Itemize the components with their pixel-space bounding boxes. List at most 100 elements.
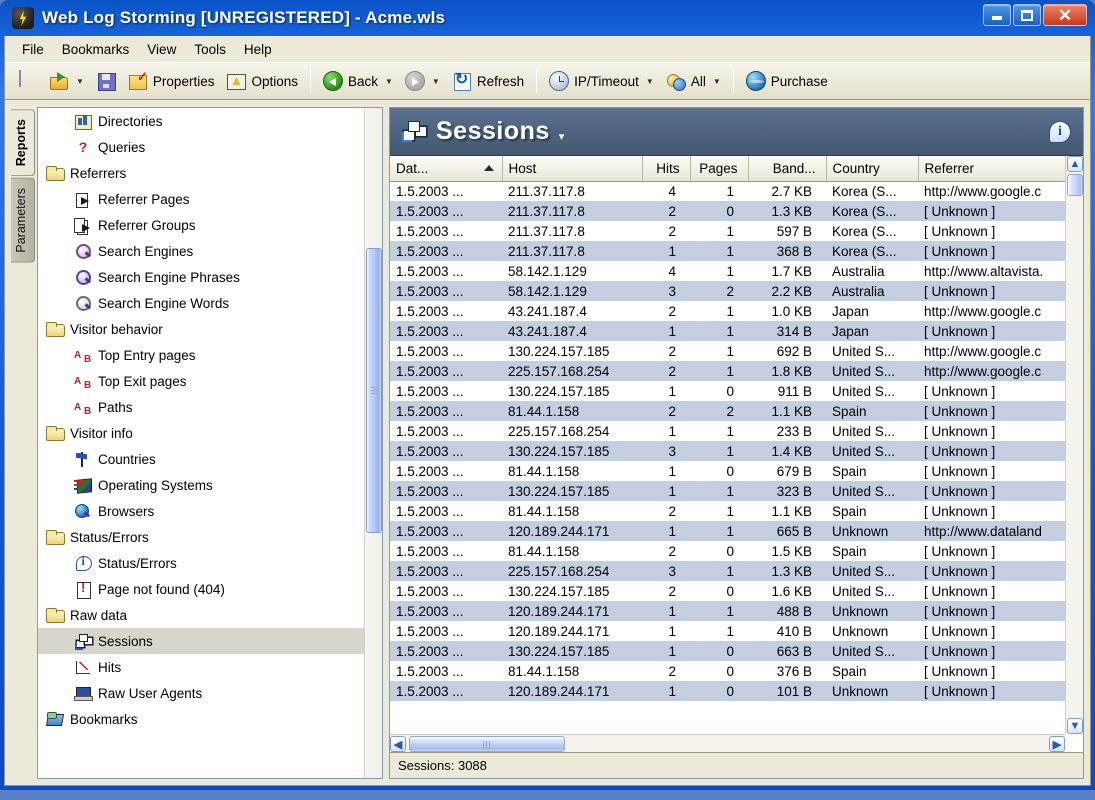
tree-item-browsers[interactable]: Browsers	[38, 498, 364, 524]
tree-item-visitor-behavior[interactable]: Visitor behavior	[38, 316, 364, 342]
table-row[interactable]: 1.5.2003 ... 81.44.1.158 1 0 679 B Spain [ Unk…	[390, 461, 1065, 481]
tree-item-search-engines[interactable]: Search Engines	[38, 238, 364, 264]
new-button[interactable]	[11, 66, 43, 96]
column-header-bandwidth[interactable]: Band...	[748, 156, 827, 182]
scroll-right-button[interactable]: ▶	[1049, 736, 1065, 752]
table-row[interactable]: 1.5.2003 ... 58.142.1.129 3 2 2.2 KB Australi…	[390, 281, 1065, 301]
table-row[interactable]: 1.5.2003 ... 130.224.157.185 1 0 911 B United…	[390, 381, 1065, 401]
back-button[interactable]: Back ▼	[317, 66, 399, 96]
grid-vertical-scrollbar-thumb[interactable]	[1067, 174, 1083, 196]
all-dropdown-arrow[interactable]: ▼	[713, 77, 721, 86]
table-row[interactable]: 1.5.2003 ... 120.189.244.171 1 0 101 B Unknow…	[390, 681, 1065, 701]
tree-item-referrers[interactable]: Referrers	[38, 160, 364, 186]
table-row[interactable]: 1.5.2003 ... 225.157.168.254 3 1 1.3 KB Unite…	[390, 561, 1065, 581]
all-filter-button[interactable]: All ▼	[660, 66, 727, 96]
minimize-button[interactable]	[983, 4, 1011, 26]
table-row[interactable]: 1.5.2003 ... 211.37.117.8 1 1 368 B Korea (S.…	[390, 241, 1065, 261]
table-row[interactable]: 1.5.2003 ... 211.37.117.8 4 1 2.7 KB Korea (S…	[390, 181, 1065, 201]
tab-parameters[interactable]: Parameters	[11, 178, 35, 263]
back-dropdown-arrow[interactable]: ▼	[385, 77, 393, 86]
tree-item-sessions[interactable]: Sessions	[38, 628, 364, 654]
column-header-hits[interactable]: Hits	[642, 156, 691, 182]
tree-item-page-not-found-404[interactable]: Page not found (404)	[38, 576, 364, 602]
tree-item-top-entry-pages[interactable]: Top Entry pages	[38, 342, 364, 368]
menu-view[interactable]: View	[138, 39, 185, 60]
tree-scrollbar[interactable]	[364, 108, 382, 778]
tree-item-raw-user-agents[interactable]: Raw User Agents	[38, 680, 364, 706]
tree-item-referrer-pages[interactable]: Referrer Pages	[38, 186, 364, 212]
tree-item-paths[interactable]: Paths	[38, 394, 364, 420]
column-header-date[interactable]: Dat...	[390, 156, 503, 182]
table-row[interactable]: 1.5.2003 ... 211.37.117.8 2 0 1.3 KB Korea (S…	[390, 201, 1065, 221]
tree-item-label: Search Engines	[98, 243, 194, 259]
open-button[interactable]: ▼	[43, 66, 90, 96]
tree-item-status-errors[interactable]: Status/Errors	[38, 550, 364, 576]
tree-item-queries[interactable]: ? Queries	[38, 134, 364, 160]
maximize-button[interactable]	[1013, 4, 1041, 26]
close-button[interactable]: ✕	[1043, 4, 1087, 26]
scroll-up-button[interactable]: ▲	[1067, 156, 1083, 172]
tree-scrollbar-thumb[interactable]	[366, 248, 382, 533]
grid-horizontal-scrollbar[interactable]: ◀ ▶	[390, 734, 1065, 752]
table-row[interactable]: 1.5.2003 ... 211.37.117.8 2 1 597 B Korea (S.…	[390, 221, 1065, 241]
tree-item-raw-data[interactable]: Raw data	[38, 602, 364, 628]
table-row[interactable]: 1.5.2003 ... 225.157.168.254 2 1 1.8 KB Unite…	[390, 361, 1065, 381]
scroll-left-button[interactable]: ◀	[390, 736, 406, 752]
reports-tree[interactable]: Directories? Queries Referrers Referrer Pag…	[38, 108, 364, 778]
tree-item-referrer-groups[interactable]: Referrer Groups	[38, 212, 364, 238]
tab-reports[interactable]: Reports	[11, 109, 35, 177]
table-row[interactable]: 1.5.2003 ... 130.224.157.185 3 1 1.4 KB Unite…	[390, 441, 1065, 461]
table-row[interactable]: 1.5.2003 ... 58.142.1.129 4 1 1.7 KB Australi…	[390, 261, 1065, 281]
table-row[interactable]: 1.5.2003 ... 120.189.244.171 1 1 665 B Unknow…	[390, 521, 1065, 541]
column-header-host[interactable]: Host	[502, 156, 643, 182]
purchase-button[interactable]: Purchase	[740, 66, 834, 96]
tree-item-hits[interactable]: Hits	[38, 654, 364, 680]
report-title-dropdown-icon[interactable]: ▾	[559, 130, 565, 143]
sessions-grid[interactable]: Dat... Host Hits Pages Band... Country R…	[390, 156, 1065, 734]
grid-horizontal-scrollbar-thumb[interactable]	[409, 736, 565, 752]
tree-item-countries[interactable]: Countries	[38, 446, 364, 472]
tree-item-operating-systems[interactable]: Operating Systems	[38, 472, 364, 498]
table-row[interactable]: 1.5.2003 ... 120.189.244.171 1 1 410 B Unknow…	[390, 621, 1065, 641]
table-row[interactable]: 1.5.2003 ... 81.44.1.158 2 0 376 B Spain [ Unk…	[390, 661, 1065, 681]
table-row[interactable]: 1.5.2003 ... 81.44.1.158 2 0 1.5 KB Spain [ Un…	[390, 541, 1065, 561]
column-header-country[interactable]: Country	[826, 156, 919, 182]
table-row[interactable]: 1.5.2003 ... 81.44.1.158 2 1 1.1 KB Spain [ Un…	[390, 501, 1065, 521]
tree-item-directories[interactable]: Directories	[38, 108, 364, 134]
table-row[interactable]: 1.5.2003 ... 43.241.187.4 2 1 1.0 KB Japan htt…	[390, 301, 1065, 321]
info-icon[interactable]: i	[1049, 120, 1071, 143]
table-row[interactable]: 1.5.2003 ... 225.157.168.254 1 1 233 B United…	[390, 421, 1065, 441]
table-row[interactable]: 1.5.2003 ... 120.189.244.171 1 1 488 B Unknow…	[390, 601, 1065, 621]
forward-button[interactable]: ▼	[399, 66, 446, 96]
scroll-down-button[interactable]: ▼	[1067, 718, 1083, 734]
table-row[interactable]: 1.5.2003 ... 43.241.187.4 1 1 314 B Japan[ Un…	[390, 321, 1065, 341]
refresh-button[interactable]: Refresh	[446, 66, 530, 96]
menu-file[interactable]: File	[13, 39, 53, 60]
save-button[interactable]	[90, 66, 122, 96]
table-row[interactable]: 1.5.2003 ... 130.224.157.185 2 0 1.6 KB Unite…	[390, 581, 1065, 601]
grid-vertical-scrollbar[interactable]: ▲ ▼	[1065, 156, 1083, 734]
column-header-referrer[interactable]: Referrer	[918, 156, 1065, 182]
tree-item-search-engine-phrases[interactable]: Search Engine Phrases	[38, 264, 364, 290]
column-header-pages[interactable]: Pages	[690, 156, 749, 182]
ip-timeout-button[interactable]: IP/Timeout ▼	[543, 66, 660, 96]
menu-help[interactable]: Help	[235, 39, 281, 60]
forward-dropdown-arrow[interactable]: ▼	[432, 77, 440, 86]
tree-item-top-exit-pages[interactable]: Top Exit pages	[38, 368, 364, 394]
table-row[interactable]: 1.5.2003 ... 130.224.157.185 1 0 663 B United…	[390, 641, 1065, 661]
properties-button[interactable]: Properties	[122, 66, 221, 96]
tree-item-search-engine-words[interactable]: Search Engine Words	[38, 290, 364, 316]
table-row[interactable]: 1.5.2003 ... 130.224.157.185 1 1 323 B United…	[390, 481, 1065, 501]
cell-referrer: http://www.google.c	[924, 183, 1042, 199]
ip-timeout-dropdown-arrow[interactable]: ▼	[646, 77, 654, 86]
cell-date: 1.5.2003 ...	[390, 441, 502, 461]
open-dropdown-arrow[interactable]: ▼	[76, 77, 84, 86]
options-button[interactable]: Options	[220, 66, 304, 96]
tree-item-visitor-info[interactable]: Visitor info	[38, 420, 364, 446]
tree-item-bookmarks[interactable]: Bookmarks	[38, 706, 364, 732]
table-row[interactable]: 1.5.2003 ... 81.44.1.158 2 2 1.1 KB Spain[ Un…	[390, 401, 1065, 421]
menu-tools[interactable]: Tools	[185, 39, 235, 60]
menu-bookmarks[interactable]: Bookmarks	[53, 39, 139, 60]
tree-item-status-errors[interactable]: Status/Errors	[38, 524, 364, 550]
table-row[interactable]: 1.5.2003 ... 130.224.157.185 2 1 692 B United…	[390, 341, 1065, 361]
